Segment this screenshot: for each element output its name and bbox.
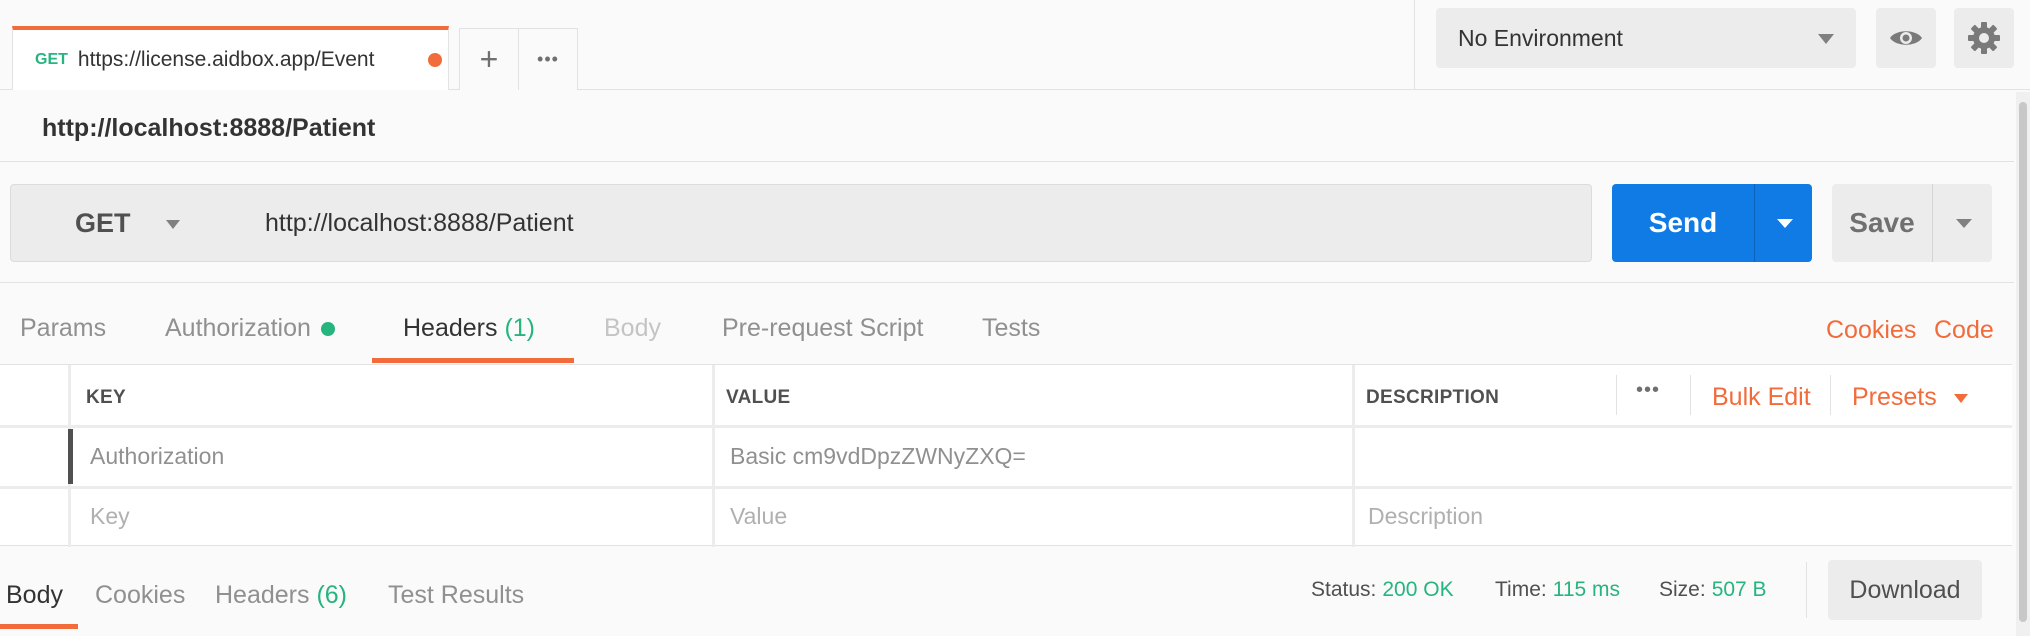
gear-icon [1968,22,2000,54]
divider [1414,0,1415,90]
size-label: Size: [1659,578,1706,601]
divider [1690,375,1691,415]
response-tab-body[interactable]: Body [6,581,63,610]
header-value-cell[interactable]: Basic cm9vdDpzZWNyZXQ= [730,443,1026,470]
column-header-description: DESCRIPTION [1366,387,1500,408]
size-value[interactable]: 507 B [1712,578,1767,601]
scrollbar[interactable] [2016,92,2030,636]
tab-pre-request-script[interactable]: Pre-request Script [722,314,923,343]
request-tab-method: GET [35,51,68,68]
presets-label: Presets [1852,383,1937,411]
method-select[interactable]: GET [10,184,244,262]
active-row-indicator [68,429,73,484]
chevron-down-icon [166,220,180,229]
divider [0,161,2014,162]
tab-headers-label: Headers [403,314,498,342]
tab-headers-count: (1) [504,314,536,342]
size-readout: Size: 507 B [1659,578,1767,602]
code-link[interactable]: Code [1934,316,1994,345]
request-tab-url: https://license.aidbox.app/Event [77,48,375,71]
active-tab-indicator [372,358,574,363]
tab-tests[interactable]: Tests [982,314,1040,343]
column-divider [1352,365,1355,547]
bulk-edit-button[interactable]: Bulk Edit [1712,383,1811,412]
new-tab-button[interactable]: + [459,28,519,90]
more-horizontal-icon[interactable]: ••• [1636,379,1660,402]
plus-icon: + [479,41,499,77]
time-value[interactable]: 115 ms [1553,578,1620,601]
row-divider [0,486,2012,489]
download-button[interactable]: Download [1828,560,1982,620]
eye-icon [1890,31,1922,45]
save-options-button[interactable] [1932,184,1992,262]
response-tab-cookies[interactable]: Cookies [95,581,185,610]
header-key-cell[interactable]: Authorization [90,443,224,470]
column-header-value: VALUE [726,387,791,408]
url-input[interactable] [243,184,1592,262]
tab-headers[interactable]: Headers (1) [403,314,535,343]
send-button[interactable]: Send [1612,184,1754,262]
status-label: Status: [1311,578,1377,601]
new-header-key-input[interactable]: Key [90,503,130,530]
response-tab-headers-label: Headers [215,581,310,609]
active-tab-indicator [0,624,78,629]
response-tab-headers[interactable]: Headers (6) [215,581,347,610]
header-description-cell[interactable] [1368,443,1998,473]
environment-select-value: No Environment [1458,24,1623,51]
more-horizontal-icon: ••• [537,49,559,69]
presets-button[interactable]: Presets [1852,383,1968,412]
divider [1616,375,1617,415]
new-header-value-input[interactable]: Value [730,503,787,530]
tab-body[interactable]: Body [604,314,661,343]
divider [1806,562,1807,618]
tab-bar: GET https://license.aidbox.app/Event + •… [0,0,2030,90]
status-value[interactable]: 200 OK [1382,578,1453,601]
divider [0,282,2014,283]
unsaved-indicator-icon [427,53,442,67]
headers-table: KEY VALUE DESCRIPTION ••• Bulk Edit Pres… [0,364,2012,547]
tab-authorization[interactable]: Authorization [165,314,335,343]
method-select-value: GET [75,207,131,238]
column-header-key: KEY [86,387,126,408]
chevron-down-icon [1818,34,1834,44]
chevron-down-icon [1777,219,1793,228]
time-label: Time: [1495,578,1547,601]
row-divider [0,425,2012,428]
request-title[interactable]: http://localhost:8888/Patient [42,114,375,143]
status-dot-icon [320,322,335,337]
time-readout: Time: 115 ms [1495,578,1620,602]
send-options-button[interactable] [1754,184,1812,262]
column-divider [712,365,715,547]
tab-params[interactable]: Params [20,314,106,343]
chevron-down-icon [1953,393,1968,403]
divider [1830,375,1831,415]
response-tab-test-results[interactable]: Test Results [388,581,524,610]
tab-options-button[interactable]: ••• [518,28,578,90]
chevron-down-icon [1956,219,1972,228]
tab-authorization-label: Authorization [165,314,311,342]
cookies-link[interactable]: Cookies [1826,316,1916,345]
manage-environments-button[interactable] [1954,8,2014,68]
environment-quick-look-button[interactable] [1876,8,1936,68]
status-readout: Status: 200 OK [1311,578,1454,602]
response-tab-headers-count: (6) [316,581,348,609]
environment-select[interactable]: No Environment [1436,8,1856,68]
save-button[interactable]: Save [1832,184,1932,262]
request-tab[interactable]: GET https://license.aidbox.app/Event [12,26,449,90]
new-header-description-input[interactable]: Description [1368,503,1483,530]
scrollbar-thumb[interactable] [2019,102,2027,622]
